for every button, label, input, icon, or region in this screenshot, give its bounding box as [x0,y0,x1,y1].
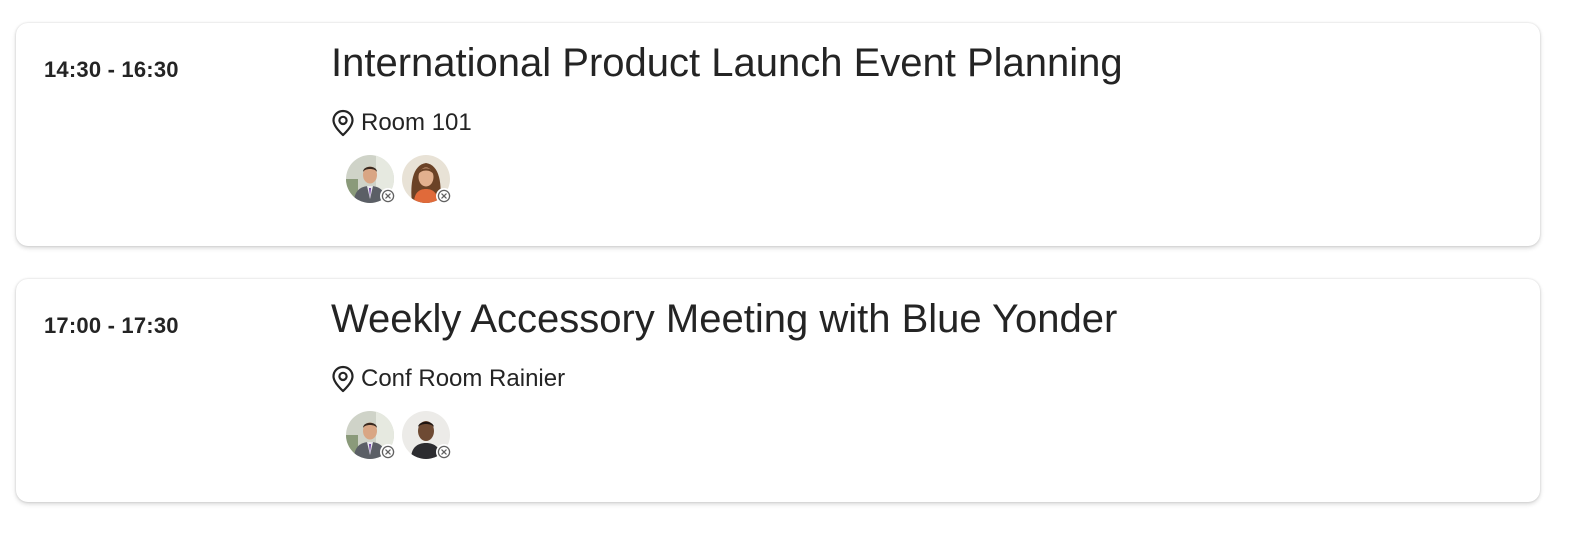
event-title: International Product Launch Event Plann… [331,41,1123,85]
attendee-avatar[interactable] [346,411,396,460]
attendee-list [346,155,452,204]
event-location-label: Room 101 [361,109,472,136]
event-location: Conf Room Rainier [331,365,565,393]
status-unknown-icon [380,188,396,204]
event-card[interactable]: 14:30 - 16:30 International Product Laun… [16,23,1540,246]
event-location-label: Conf Room Rainier [361,365,566,392]
event-time: 14:30 - 16:30 [44,57,179,82]
attendee-list [346,411,452,460]
event-time: 17:00 - 17:30 [44,313,179,338]
attendee-avatar[interactable] [402,411,452,460]
attendee-avatar[interactable] [346,155,396,204]
event-location: Room 101 [331,109,472,137]
event-card[interactable]: 17:00 - 17:30 Weekly Accessory Meeting w… [16,279,1540,502]
status-unknown-icon [436,188,452,204]
status-unknown-icon [436,444,452,460]
event-title: Weekly Accessory Meeting with Blue Yonde… [331,297,1118,341]
attendee-avatar[interactable] [402,155,452,204]
status-unknown-icon [380,444,396,460]
location-pin-icon [332,365,354,393]
location-pin-icon [332,109,354,137]
